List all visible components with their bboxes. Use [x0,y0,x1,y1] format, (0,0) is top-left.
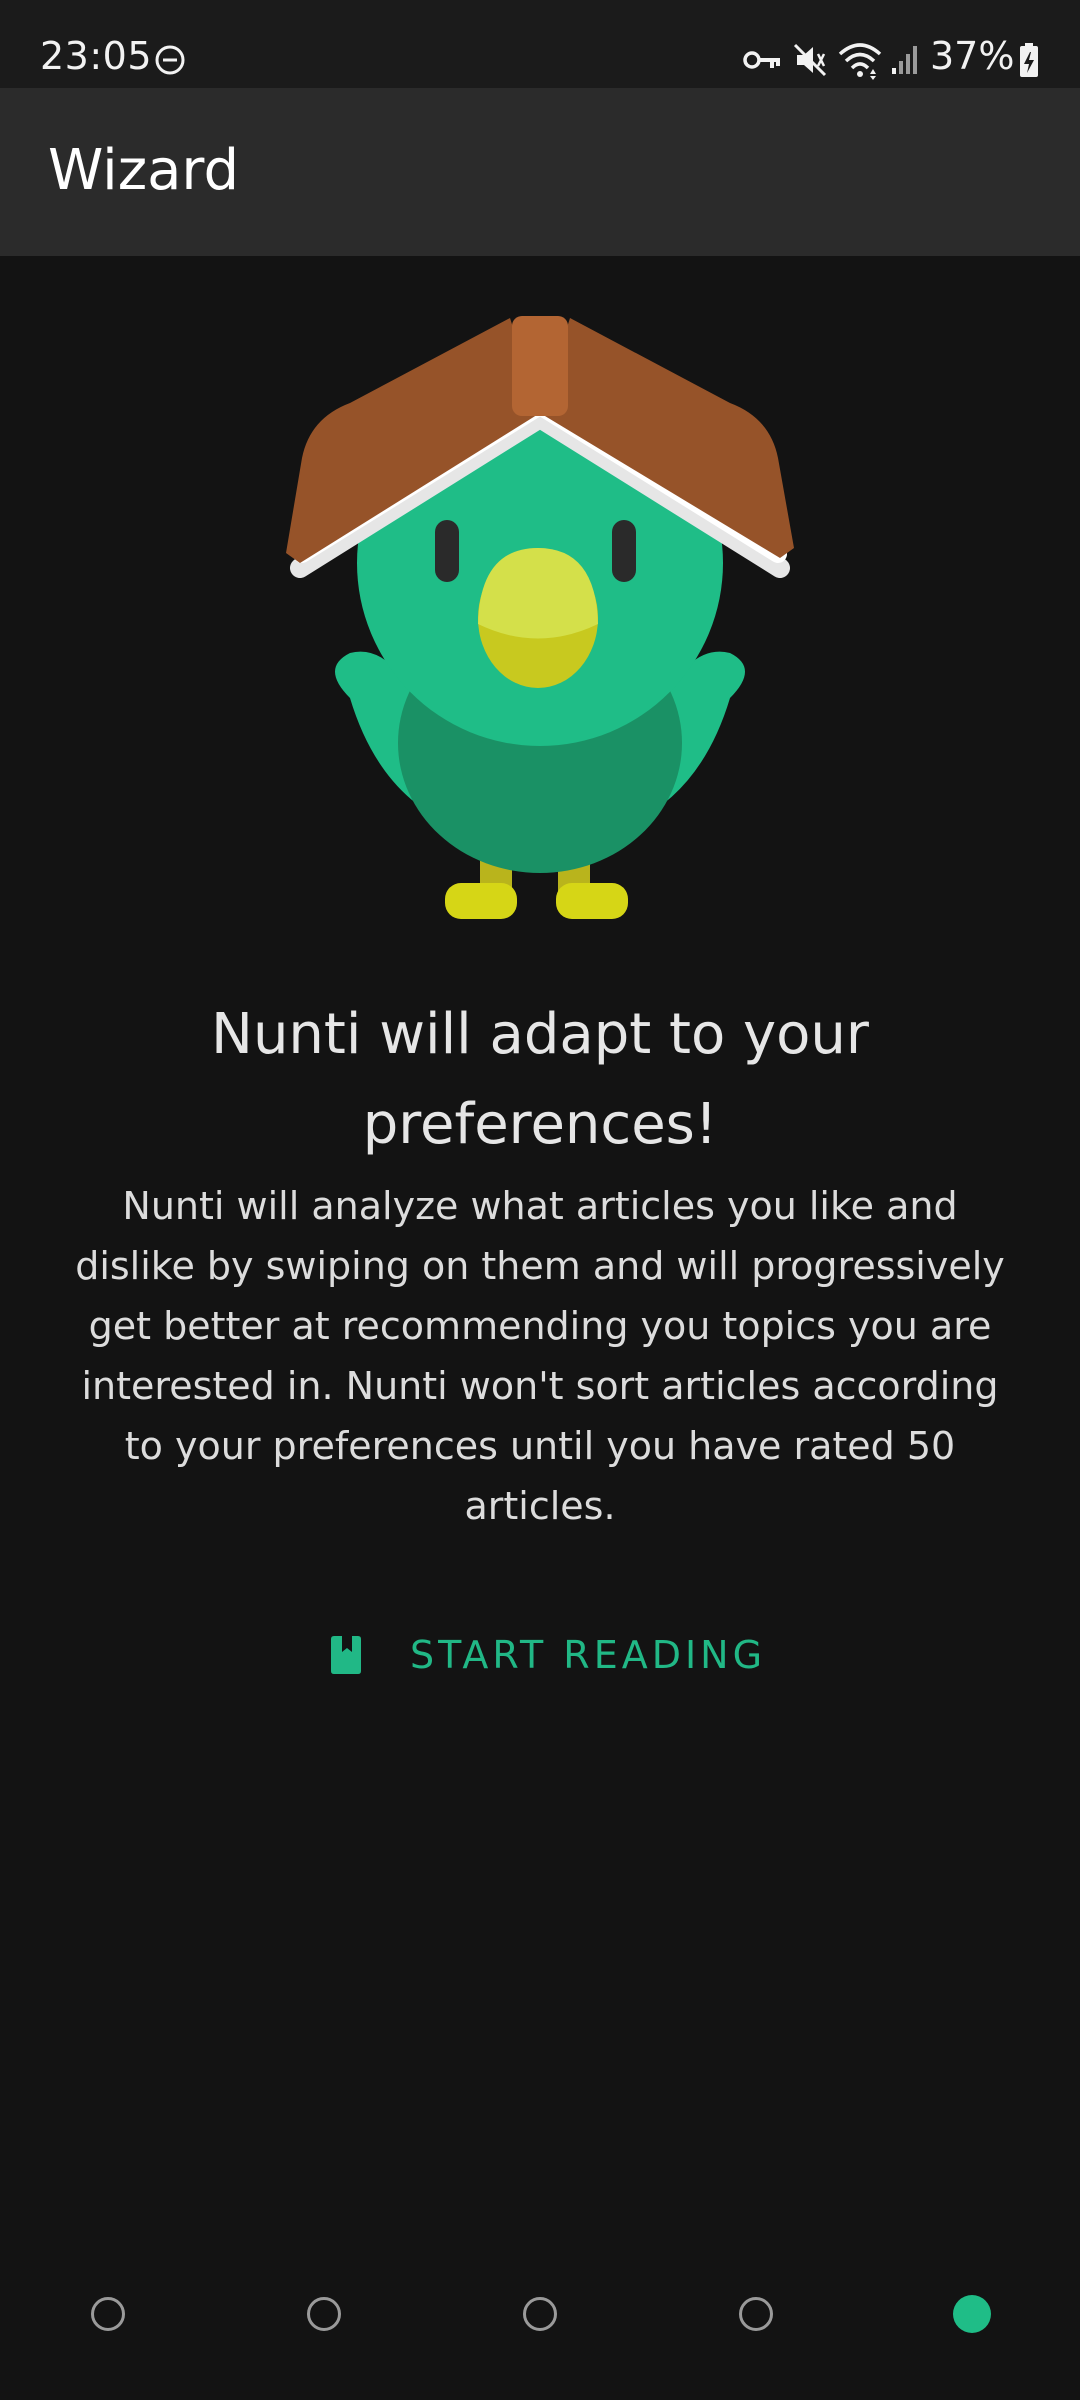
mute-icon [793,43,827,77]
description-line: interested in. Nunti won't sort articles… [81,1364,999,1408]
headline-line: Nunti will adapt to your [211,1002,869,1067]
description-line: dislike by swiping on them and will prog… [75,1244,1005,1288]
headline-line: preferences! [362,1092,718,1157]
page-dot-4[interactable] [739,2297,773,2331]
description-text: Nunti will analyze what articles you lik… [60,1176,1020,1536]
book-icon [331,1636,361,1674]
wifi-icon [838,43,882,80]
page-dot-3[interactable] [523,2297,557,2331]
battery-percent: 37% [930,34,1015,78]
page-dot-2[interactable] [307,2297,341,2331]
status-bar: 23:05 37% [0,0,1080,88]
headline: Nunti will adapt to your preferences! [80,990,1000,1170]
page-indicator [0,2292,1080,2336]
page-dot-5-active[interactable] [953,2295,991,2333]
description-line: to your preferences until you have rated… [124,1424,956,1468]
mascot-bird-reading-book-illustration [286,316,794,919]
battery-charging-icon [1020,43,1038,77]
signal-icon [892,46,917,74]
description-line: get better at recommending you topics yo… [88,1304,992,1348]
page-title: Wizard [48,138,239,203]
start-reading-button[interactable]: START READING [310,1620,770,1690]
vpn-key-icon [743,51,780,69]
status-time: 23:05 [40,34,153,78]
app-bar: Wizard [0,88,1080,256]
do-not-disturb-icon [155,45,185,75]
description-line: articles. [464,1484,616,1528]
description-line: Nunti will analyze what articles you lik… [122,1184,958,1228]
page-dot-1[interactable] [91,2297,125,2331]
start-reading-label: START READING [410,1633,767,1677]
